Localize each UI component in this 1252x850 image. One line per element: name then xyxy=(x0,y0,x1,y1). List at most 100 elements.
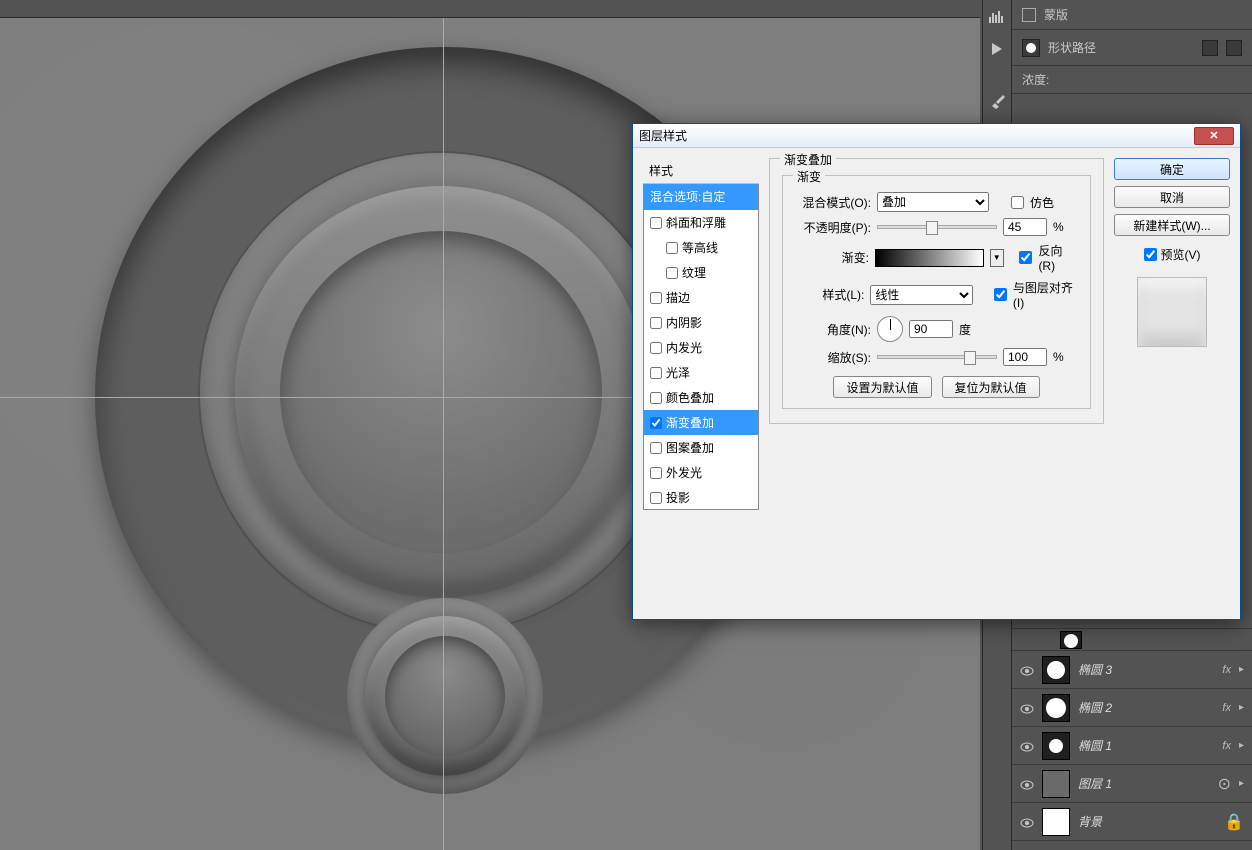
opacity-slider[interactable] xyxy=(877,225,997,229)
gradient-preview[interactable] xyxy=(875,249,984,267)
layer-row[interactable]: 椭圆 3 fx ▸ xyxy=(1012,650,1252,688)
dialog-button-column: 确定 取消 新建样式(W)... 预览(V) xyxy=(1114,158,1230,609)
layer-name: 椭圆 3 xyxy=(1078,661,1214,678)
blend-mode-select[interactable]: 叠加 xyxy=(877,192,989,212)
dialog-titlebar[interactable]: 图层样式 ✕ xyxy=(633,124,1240,148)
visibility-icon[interactable] xyxy=(1020,701,1034,715)
style-checkbox[interactable] xyxy=(666,242,678,254)
dither-checkbox[interactable] xyxy=(1011,196,1024,209)
style-item-内发光[interactable]: 内发光 xyxy=(644,335,758,360)
shape-path-label: 形状路径 xyxy=(1048,39,1096,56)
style-item-等高线[interactable]: 等高线 xyxy=(644,235,758,260)
style-item-label: 内阴影 xyxy=(666,314,702,331)
style-item-label: 等高线 xyxy=(682,239,718,256)
layer-partial[interactable] xyxy=(1012,628,1252,650)
style-item-内阴影[interactable]: 内阴影 xyxy=(644,310,758,335)
style-checkbox[interactable] xyxy=(650,367,662,379)
opacity-label: 不透明度(P): xyxy=(795,219,871,236)
expand-icon[interactable]: ▸ xyxy=(1239,664,1244,675)
guide-vertical[interactable] xyxy=(443,18,444,850)
visibility-icon[interactable] xyxy=(1020,663,1034,677)
angle-dial[interactable] xyxy=(877,316,903,342)
style-item-外发光[interactable]: 外发光 xyxy=(644,460,758,485)
ruler-top xyxy=(0,0,980,18)
style-checkbox[interactable] xyxy=(650,492,662,504)
layer-row[interactable]: 椭圆 1 fx ▸ xyxy=(1012,726,1252,764)
visibility-icon[interactable] xyxy=(1020,815,1034,829)
opacity-input[interactable] xyxy=(1003,218,1047,236)
gradient-dropdown[interactable]: ▼ xyxy=(990,249,1004,267)
scale-slider[interactable] xyxy=(877,355,997,359)
style-checkbox[interactable] xyxy=(650,317,662,329)
play-icon[interactable] xyxy=(988,40,1006,58)
style-item-纹理[interactable]: 纹理 xyxy=(644,260,758,285)
fx-indicator[interactable]: fx xyxy=(1222,740,1231,752)
angle-input[interactable] xyxy=(909,320,953,338)
set-default-button[interactable]: 设置为默认值 xyxy=(833,376,931,398)
preview-checkbox[interactable] xyxy=(1144,248,1157,261)
fx-indicator[interactable]: fx xyxy=(1222,664,1231,676)
style-item-label: 斜面和浮雕 xyxy=(666,214,726,231)
style-checkbox[interactable] xyxy=(666,267,678,279)
expand-icon[interactable]: ▸ xyxy=(1239,740,1244,751)
style-checkbox[interactable] xyxy=(650,467,662,479)
percent-label: % xyxy=(1053,350,1064,364)
ok-button[interactable]: 确定 xyxy=(1114,158,1230,180)
style-checkbox[interactable] xyxy=(650,392,662,404)
expand-icon[interactable]: ▸ xyxy=(1239,778,1244,789)
style-item-渐变叠加[interactable]: 渐变叠加 xyxy=(644,410,758,435)
style-item-光泽[interactable]: 光泽 xyxy=(644,360,758,385)
link-icon[interactable]: ⊙ xyxy=(1218,774,1231,794)
scale-input[interactable] xyxy=(1003,348,1047,366)
scale-label: 缩放(S): xyxy=(795,349,871,366)
style-checkbox[interactable] xyxy=(650,342,662,354)
close-button[interactable]: ✕ xyxy=(1194,127,1234,145)
style-checkbox[interactable] xyxy=(650,217,662,229)
style-item-图案叠加[interactable]: 图案叠加 xyxy=(644,435,758,460)
angle-label: 角度(N): xyxy=(795,321,871,338)
style-item-label: 图案叠加 xyxy=(666,439,714,456)
style-item-颜色叠加[interactable]: 颜色叠加 xyxy=(644,385,758,410)
new-style-button[interactable]: 新建样式(W)... xyxy=(1114,214,1230,236)
shape-path-btn-2[interactable] xyxy=(1226,40,1242,56)
brush-icon[interactable] xyxy=(988,92,1006,110)
reverse-checkbox[interactable] xyxy=(1019,251,1032,264)
fx-indicator[interactable]: fx xyxy=(1222,702,1231,714)
layer-row[interactable]: 椭圆 2 fx ▸ xyxy=(1012,688,1252,726)
style-item-label: 外发光 xyxy=(666,464,702,481)
layer-thumb xyxy=(1042,808,1070,836)
style-item-描边[interactable]: 描边 xyxy=(644,285,758,310)
style-item-label: 渐变叠加 xyxy=(666,414,714,431)
artwork-small-inner xyxy=(385,636,505,756)
style-select[interactable]: 线性 xyxy=(870,285,972,305)
style-item-label: 内发光 xyxy=(666,339,702,356)
layer-name: 椭圆 2 xyxy=(1078,699,1214,716)
mask-tab-icon xyxy=(1022,8,1036,22)
gradient-label: 渐变: xyxy=(795,249,869,266)
style-checkbox[interactable] xyxy=(650,442,662,454)
cancel-button[interactable]: 取消 xyxy=(1114,186,1230,208)
layer-row[interactable]: 背景 🔒 xyxy=(1012,802,1252,840)
layer-name: 背景 xyxy=(1078,813,1216,830)
blend-options-row[interactable]: 混合选项:自定 xyxy=(643,184,759,210)
shape-path-btn-1[interactable] xyxy=(1202,40,1218,56)
mask-tab[interactable]: 蒙版 xyxy=(1012,0,1252,30)
expand-icon[interactable]: ▸ xyxy=(1239,702,1244,713)
shape-path-swatch[interactable] xyxy=(1022,39,1040,57)
layers-panel: 椭圆 3 fx ▸ 椭圆 2 fx ▸ 椭圆 1 fx ▸ 图层 1 ⊙ ▸ 背… xyxy=(1012,628,1252,850)
style-item-斜面和浮雕[interactable]: 斜面和浮雕 xyxy=(644,210,758,235)
style-checkbox[interactable] xyxy=(650,417,662,429)
blend-mode-label: 混合模式(O): xyxy=(795,194,871,211)
visibility-icon[interactable] xyxy=(1020,777,1034,791)
layer-style-dialog: 图层样式 ✕ 样式 混合选项:自定 斜面和浮雕等高线纹理描边内阴影内发光光泽颜色… xyxy=(632,123,1241,620)
reset-default-button[interactable]: 复位为默认值 xyxy=(942,376,1040,398)
style-item-label: 投影 xyxy=(666,489,690,506)
visibility-icon[interactable] xyxy=(1020,739,1034,753)
style-item-投影[interactable]: 投影 xyxy=(644,485,758,510)
histogram-icon[interactable] xyxy=(988,8,1006,26)
align-checkbox[interactable] xyxy=(994,288,1007,301)
align-label: 与图层对齐(I) xyxy=(1013,279,1078,310)
style-checkbox[interactable] xyxy=(650,292,662,304)
percent-label: % xyxy=(1053,220,1064,234)
layer-row[interactable]: 图层 1 ⊙ ▸ xyxy=(1012,764,1252,802)
